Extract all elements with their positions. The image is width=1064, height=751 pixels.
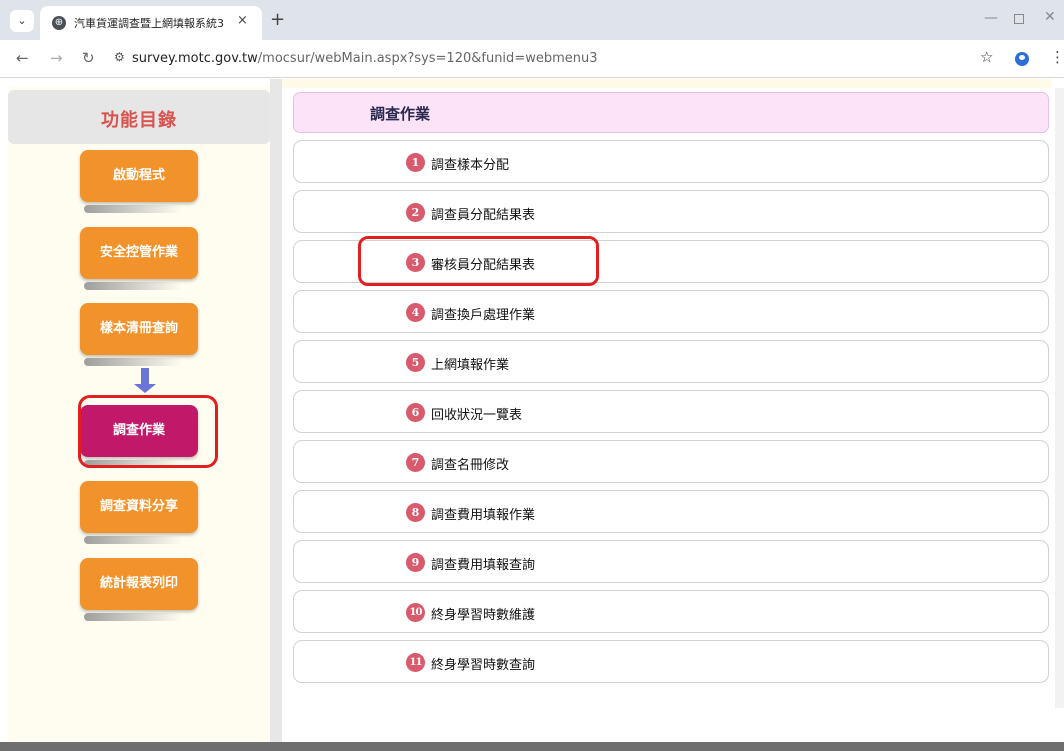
browser-tab-bar: ⌄ ⊕ 汽車貨運調查暨上網填報系統3 × + — ✕: [0, 0, 1064, 40]
button-shadow: [84, 613, 182, 621]
menu-item-learning-hours-query[interactable]: 11 終身學習時數查詢: [293, 640, 1049, 683]
highlight-box-sidebar: [78, 395, 218, 468]
site-settings-icon[interactable]: ⚙: [114, 50, 125, 64]
main-panel: 調查作業 1 調查樣本分配 2 調查員分配結果表 3 審核員分配結果表 4 調查…: [282, 79, 1064, 742]
menu-item-surveyor-allocation[interactable]: 2 調查員分配結果表: [293, 190, 1049, 233]
back-icon[interactable]: ←: [16, 49, 29, 67]
highlight-box-main: [358, 236, 599, 286]
number-badge-icon: 2: [406, 203, 425, 222]
bottom-bar: [0, 742, 1064, 751]
menu-item-label: 回收狀況一覽表: [431, 408, 523, 423]
sidebar-item-security[interactable]: 安全控管作業: [80, 227, 198, 279]
menu-item-sample-allocation[interactable]: 1 調查樣本分配: [293, 140, 1049, 183]
section-header: 調查作業: [293, 92, 1049, 133]
number-badge-icon: 6: [406, 403, 425, 422]
scrollbar[interactable]: [1055, 88, 1064, 708]
forward-icon[interactable]: →: [50, 49, 63, 67]
page-content: 功能目錄 啟動程式 安全控管作業 樣本清冊查詢 調查作業 調查資料分享 統計報表…: [0, 79, 1064, 742]
number-badge-icon: 9: [406, 553, 425, 572]
menu-item-roster-edit[interactable]: 7 調查名冊修改: [293, 440, 1049, 483]
window-close-icon[interactable]: ✕: [1044, 9, 1056, 25]
button-shadow: [84, 358, 182, 366]
menu-item-label: 調查換戶處理作業: [431, 308, 536, 323]
address-bar: ← → ↻ ⚙ survey.motc.gov.tw/mocsur/webMai…: [0, 40, 1064, 78]
number-badge-icon: 7: [406, 453, 425, 472]
menu-item-label: 終身學習時數查詢: [431, 658, 536, 673]
more-options-icon[interactable]: ⋮: [1050, 48, 1064, 66]
number-badge-icon: 4: [406, 303, 425, 322]
menu-item-label: 上網填報作業: [431, 358, 510, 373]
number-badge-icon: 8: [406, 503, 425, 522]
menu-item-online-reporting[interactable]: 5 上網填報作業: [293, 340, 1049, 383]
sidebar: 功能目錄 啟動程式 安全控管作業 樣本清冊查詢 調查作業 調查資料分享 統計報表…: [8, 87, 270, 742]
menu-item-learning-hours-maintain[interactable]: 10 終身學習時數維護: [293, 590, 1049, 633]
panel-divider: [270, 79, 282, 742]
tab-close-icon[interactable]: ×: [237, 13, 248, 28]
menu-item-label: 調查名冊修改: [431, 458, 510, 473]
section-title: 調查作業: [370, 105, 431, 123]
globe-icon: ⊕: [52, 16, 66, 30]
bookmark-star-icon[interactable]: ☆: [980, 48, 993, 66]
button-shadow: [84, 536, 182, 544]
menu-item-expense-reporting[interactable]: 8 調查費用填報作業: [293, 490, 1049, 533]
menu-item-label: 調查費用填報查詢: [431, 558, 536, 573]
menu-item-label: 終身學習時數維護: [431, 608, 536, 623]
new-tab-icon[interactable]: +: [270, 9, 285, 30]
number-badge-icon: 1: [406, 153, 425, 172]
sidebar-header: 功能目錄: [8, 90, 270, 144]
sidebar-title: 功能目錄: [101, 110, 177, 131]
menu-item-label: 調查員分配結果表: [431, 208, 536, 223]
button-shadow: [84, 205, 182, 213]
reload-icon[interactable]: ↻: [82, 49, 95, 67]
maximize-icon[interactable]: [1014, 14, 1024, 24]
sidebar-item-data-share[interactable]: 調查資料分享: [80, 481, 198, 533]
menu-item-label: 調查費用填報作業: [431, 508, 536, 523]
sidebar-item-sample-query[interactable]: 樣本清冊查詢: [80, 303, 198, 355]
url-field[interactable]: ⚙ survey.motc.gov.tw/mocsur/webMain.aspx…: [104, 46, 1016, 72]
main-top-strip: [282, 79, 1052, 88]
button-shadow: [84, 282, 182, 290]
tab-title: 汽車貨運調查暨上網填報系統3: [74, 17, 224, 30]
sidebar-item-report-print[interactable]: 統計報表列印: [80, 558, 198, 610]
profile-icon[interactable]: [1015, 52, 1029, 66]
menu-item-return-status[interactable]: 6 回收狀況一覽表: [293, 390, 1049, 433]
sidebar-item-startup[interactable]: 啟動程式: [80, 150, 198, 202]
menu-item-household-swap[interactable]: 4 調查換戶處理作業: [293, 290, 1049, 333]
menu-item-label: 調查樣本分配: [431, 158, 510, 173]
arrow-down-icon-head: [134, 384, 156, 393]
number-badge-icon: 10: [406, 603, 425, 622]
url-text: survey.motc.gov.tw/mocsur/webMain.aspx?s…: [132, 51, 598, 66]
number-badge-icon: 5: [406, 353, 425, 372]
menu-item-expense-query[interactable]: 9 調查費用填報查詢: [293, 540, 1049, 583]
number-badge-icon: 11: [406, 653, 425, 672]
minimize-icon[interactable]: —: [984, 10, 998, 26]
browser-tab[interactable]: ⊕ 汽車貨運調查暨上網填報系統3 ×: [40, 6, 262, 40]
tab-search-chevron-icon[interactable]: ⌄: [10, 10, 34, 32]
